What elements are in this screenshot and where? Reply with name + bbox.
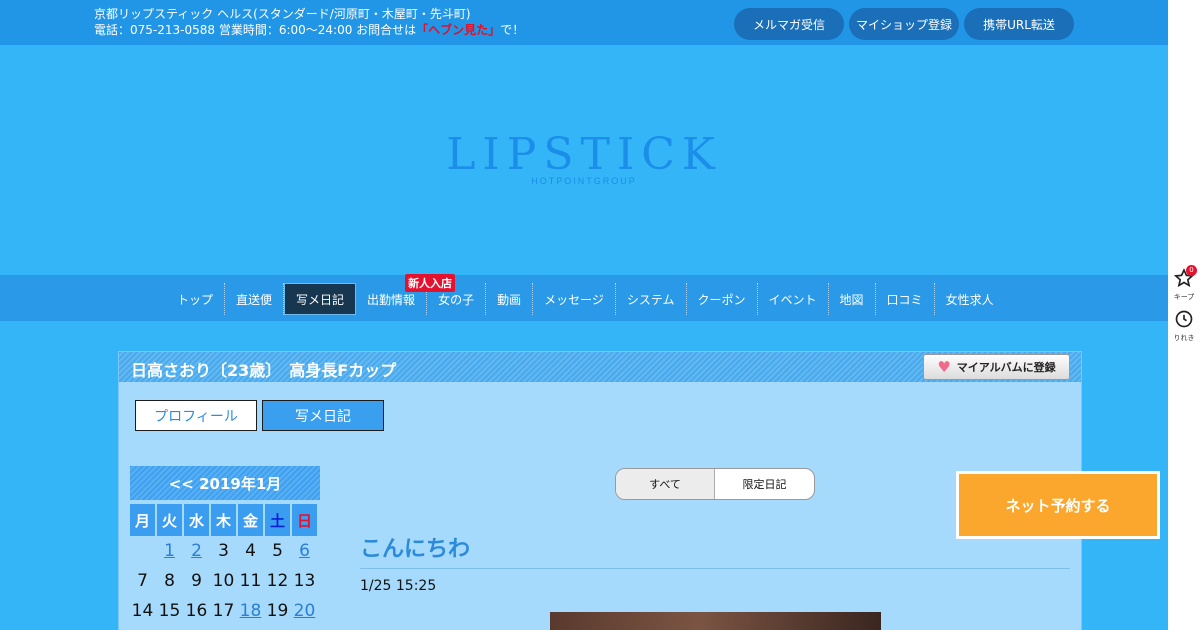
keep-label: キープ — [1173, 293, 1195, 301]
calendar-day: 15 — [158, 601, 181, 621]
nav-reviews[interactable]: 口コミ — [876, 283, 935, 315]
page-main: 京都リップスティック ヘルス(スタンダード/河原町・木屋町・先斗町) 電話：07… — [0, 0, 1168, 630]
heart-icon: ♥ — [937, 358, 951, 376]
post-photo[interactable] — [550, 612, 881, 630]
calendar-prev-month[interactable]: << 2019年1月 — [130, 466, 320, 500]
weekday-fri: 金 — [238, 504, 263, 536]
history-clock-icon — [1175, 310, 1193, 328]
net-reserve-button[interactable]: ネット予約する — [956, 471, 1160, 539]
weekday-wed: 水 — [184, 504, 209, 536]
history-button[interactable]: りれき — [1168, 309, 1200, 343]
calendar-week: 123456 — [130, 536, 320, 566]
calendar-day: 12 — [266, 571, 289, 591]
calendar-day: 16 — [185, 601, 208, 621]
tab-profile[interactable]: プロフィール — [135, 400, 257, 431]
nav-photo-diary[interactable]: 写メ日記 — [284, 283, 357, 315]
calendar-day: 11 — [239, 571, 262, 591]
top-buttons: メルマガ受信 マイショップ登録 携帯URL転送 — [734, 8, 1074, 40]
tab-photo-diary[interactable]: 写メ日記 — [262, 400, 384, 431]
nav-system[interactable]: システム — [616, 283, 687, 315]
shop-contact: 電話：075-213-0588 営業時間：6:00～24:00 お問合せは「ヘブ… — [94, 23, 525, 37]
calendar-day: 3 — [218, 541, 229, 561]
calendar-week: 7 8 9 10 11 12 13 — [130, 566, 320, 596]
calendar-day: 8 — [164, 571, 175, 591]
side-toolbar: 0 キープ りれき — [1168, 0, 1200, 630]
nav-recruit[interactable]: 女性求人 — [935, 283, 1005, 315]
history-label: りれき — [1173, 334, 1195, 342]
calendar-day: 4 — [245, 541, 256, 561]
calendar-day[interactable]: 18 — [238, 596, 263, 626]
calendar-week: 14 15 16 17 18 19 20 — [130, 596, 320, 626]
calendar-day: 19 — [266, 601, 289, 621]
keep-button[interactable]: 0 キープ — [1168, 265, 1200, 302]
calendar-day: 13 — [293, 571, 316, 591]
my-album-register-button[interactable]: ♥ マイアルバムに登録 — [923, 354, 1070, 380]
shop-logo[interactable]: LIPSTICK HOTPOINTGROUP — [0, 129, 1168, 187]
weekday-mon: 月 — [130, 504, 155, 536]
nav-event[interactable]: イベント — [758, 283, 829, 315]
calendar-day[interactable]: 20 — [292, 596, 317, 626]
post-title[interactable]: こんにちわ — [360, 531, 470, 563]
nav-map[interactable]: 地図 — [829, 283, 876, 315]
calendar-day: 9 — [191, 571, 202, 591]
mobile-url-transfer-button[interactable]: 携帯URL転送 — [964, 8, 1074, 40]
nav-direct-mail[interactable]: 直送便 — [225, 283, 285, 315]
my-shop-register-button[interactable]: マイショップ登録 — [849, 8, 959, 40]
weekday-tue: 火 — [157, 504, 182, 536]
girl-name-title: 日高さおり〔23歳〕 高身長Fカップ — [131, 361, 397, 380]
calendar-days: 1 2 3 4 5 6 7 8 9 10 11 12 13 14 15 16 17 18 19 20 — [130, 536, 320, 626]
filter-all[interactable]: すべて — [616, 469, 715, 499]
calendar-day: 7 — [137, 571, 148, 591]
post-date: 1/25 15:25 — [360, 578, 437, 594]
filter-limited[interactable]: 限定日記 — [715, 469, 814, 499]
calendar-day: 10 — [212, 571, 235, 591]
nav-girls[interactable]: 新人入店 女の子 — [405, 274, 487, 315]
nav-coupon[interactable]: クーポン — [687, 283, 758, 315]
nav-message[interactable]: メッセージ — [533, 283, 616, 315]
calendar-day: 5 — [272, 541, 283, 561]
nav-video[interactable]: 動画 — [486, 283, 534, 315]
top-bar: 京都リップスティック ヘルス(スタンダード/河原町・木屋町・先斗町) 電話：07… — [0, 0, 1168, 45]
mail-magazine-button[interactable]: メルマガ受信 — [734, 8, 844, 40]
profile-panel: 日高さおり〔23歳〕 高身長Fカップ ♥ マイアルバムに登録 プロフィール 写メ… — [118, 351, 1082, 630]
shop-info: 京都リップスティック ヘルス(スタンダード/河原町・木屋町・先斗町) 電話：07… — [94, 6, 524, 38]
calendar-day[interactable]: 6 — [292, 536, 317, 566]
shop-name: 京都リップスティック ヘルス(スタンダード/河原町・木屋町・先斗町) — [94, 7, 471, 21]
weekday-thu: 木 — [211, 504, 236, 536]
calendar-day: 17 — [212, 601, 235, 621]
calendar-day: 14 — [131, 601, 154, 621]
calendar-day[interactable]: 2 — [184, 536, 209, 566]
calendar-empty-cell — [130, 536, 155, 566]
diary-filter: すべて 限定日記 — [615, 468, 815, 500]
heaven-mita-highlight: 「ヘブン見た」 — [416, 23, 501, 37]
diary-calendar: << 2019年1月 月 火 水 木 金 土 日 1 2 3 4 5 6 7 8 9 10 11 12… — [130, 466, 320, 626]
new-girl-badge: 新人入店 — [405, 274, 456, 292]
logo-text: LIPSTICK — [446, 129, 722, 180]
calendar-weekdays: 月 火 水 木 金 土 日 — [130, 504, 320, 536]
main-nav: トップ 直送便 写メ日記 出勤情報 新人入店 女の子 動画 メッセージ システム … — [0, 274, 1168, 321]
profile-header: 日高さおり〔23歳〕 高身長Fカップ ♥ マイアルバムに登録 — [119, 352, 1081, 382]
calendar-day[interactable]: 1 — [157, 536, 182, 566]
keep-count: 0 — [1186, 265, 1197, 276]
nav-top[interactable]: トップ — [166, 283, 226, 315]
post-divider — [360, 568, 1070, 569]
logo-subtext: HOTPOINTGROUP — [531, 176, 637, 186]
weekday-sat: 土 — [265, 504, 290, 536]
weekday-sun: 日 — [292, 504, 317, 536]
